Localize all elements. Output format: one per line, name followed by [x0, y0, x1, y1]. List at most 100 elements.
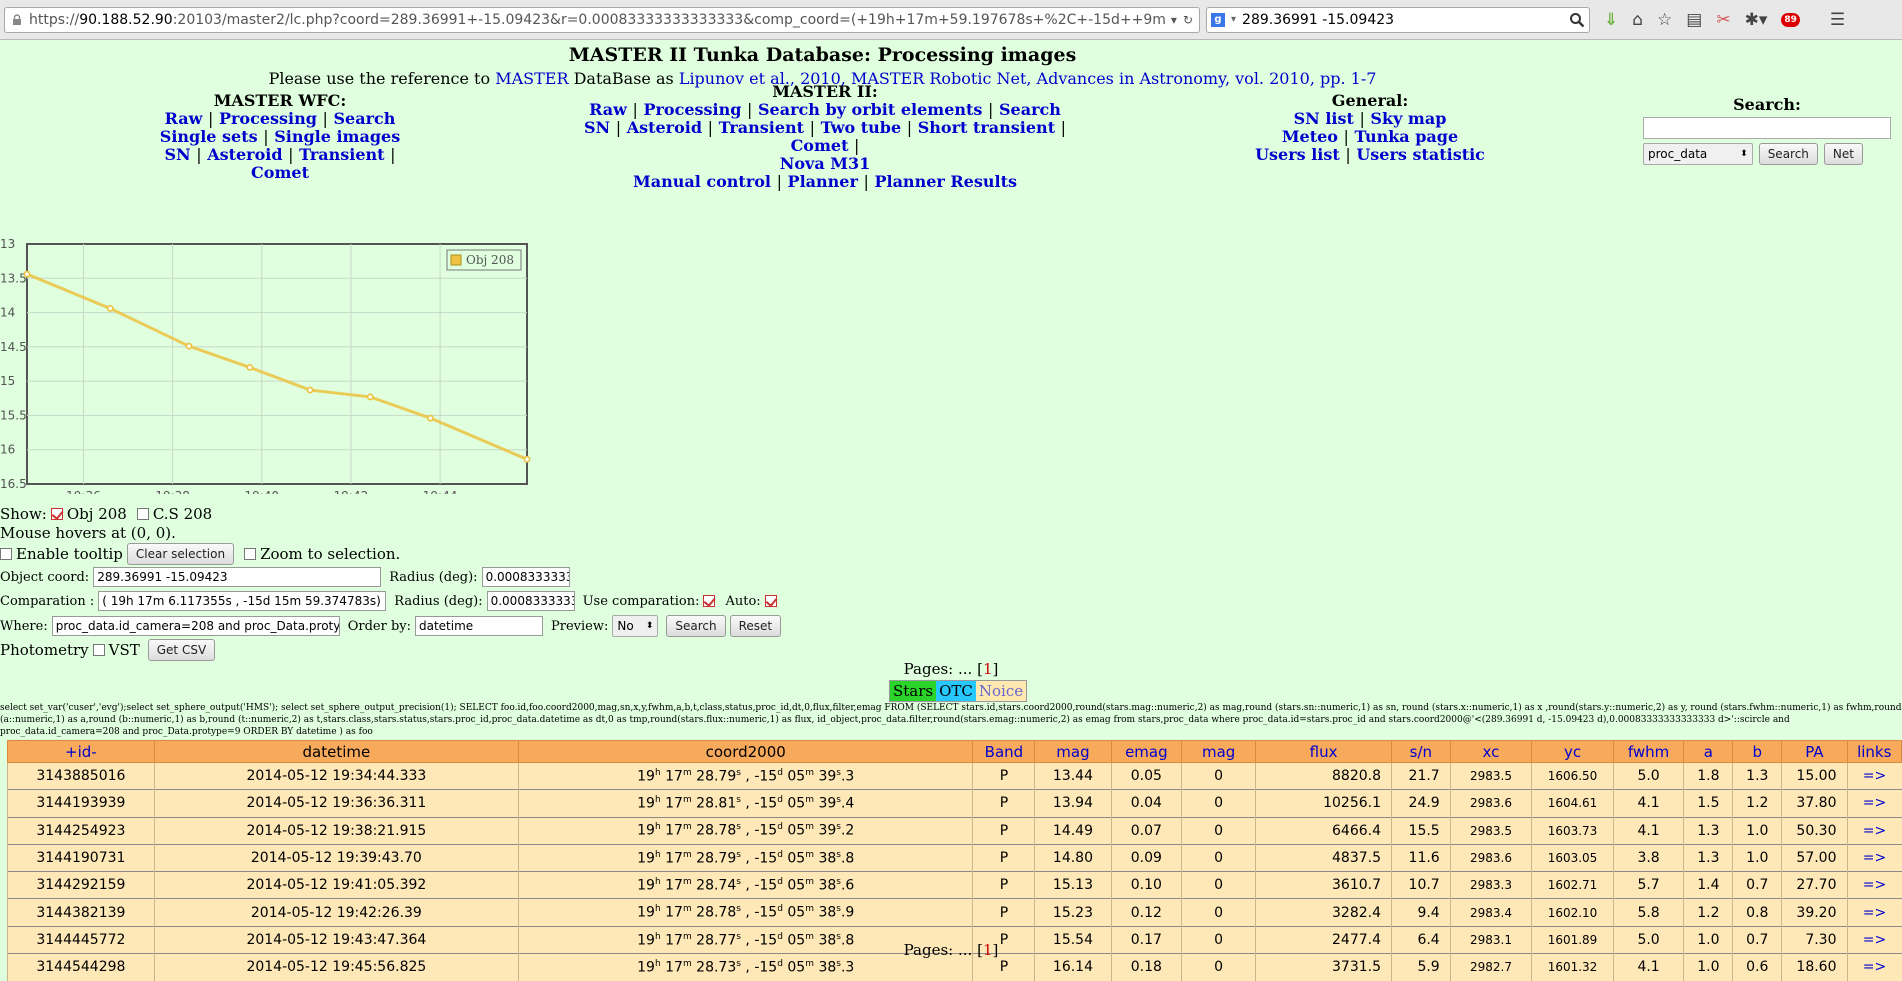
sky-map-link[interactable]: Sky map	[1370, 109, 1446, 128]
cell-coord2000: 19h 17m 28.81s , -15d 05m 39s.4	[517, 789, 973, 818]
data-point	[23, 270, 31, 278]
m2-two-tube-link[interactable]: Two tube	[821, 118, 902, 137]
reload-icon[interactable]: ↻	[1183, 13, 1193, 27]
m2-planner-results-link[interactable]: Planner Results	[874, 172, 1017, 191]
tab-noice[interactable]: Noice	[975, 681, 1027, 701]
cell-coord2000: 19h 17m 28.79s , -15d 05m 38s.8	[517, 843, 973, 872]
m2-short-transient-link[interactable]: Short transient	[918, 118, 1055, 137]
comparation-input[interactable]: ( 19h 17m 6.117355s , -15d 15m 59.374783…	[98, 591, 387, 611]
enable-tooltip-checkbox[interactable]	[0, 548, 12, 560]
row-link[interactable]: =>	[1863, 795, 1886, 811]
wfc-single-images-link[interactable]: Single images	[274, 127, 400, 146]
cell-band: P	[972, 898, 1035, 927]
get-csv-button[interactable]: Get CSV	[147, 639, 216, 661]
radius-input[interactable]: 0.0008333333	[481, 567, 570, 587]
users-statistic-link[interactable]: Users statistic	[1356, 145, 1485, 164]
master-link[interactable]: MASTER	[495, 69, 568, 88]
url-dropdown-icon[interactable]: ▾	[1171, 13, 1177, 27]
data-point	[366, 393, 374, 401]
cell-dt: 2014-05-12 19:34:44.333	[153, 761, 519, 790]
wfc-comet-link[interactable]: Comet	[251, 163, 309, 182]
m2-search-link[interactable]: Search	[999, 100, 1061, 119]
m2-manual-link[interactable]: Manual control	[633, 172, 771, 191]
tab-otc[interactable]: OTC	[936, 681, 976, 701]
sql-query-text: select set_var('cuser','evg');select set…	[0, 703, 1902, 737]
m2-transient-link[interactable]: Transient	[719, 118, 804, 137]
light-curve-chart[interactable]: 13 13.5 14 14.5 15 15.5 16 16.5 19:36 19:38 19:40 1…	[0, 234, 540, 503]
cell-b: 1.0	[1732, 816, 1782, 845]
search-engine-icon[interactable]: g	[1211, 12, 1225, 27]
m2-orbit-link[interactable]: Search by orbit elements	[758, 100, 982, 119]
tab-stars[interactable]: Stars	[890, 681, 937, 701]
wfc-sn-link[interactable]: SN	[164, 145, 190, 164]
wfc-raw-link[interactable]: Raw	[165, 109, 203, 128]
cell-xc: 2983.6	[1449, 789, 1532, 818]
column-header: fwhm	[1612, 740, 1685, 763]
m2-comet-link[interactable]: Comet	[791, 136, 849, 155]
order-by-input[interactable]: datetime	[415, 616, 543, 636]
users-list-link[interactable]: Users list	[1255, 145, 1340, 164]
clear-selection-button[interactable]: Clear selection	[126, 543, 235, 565]
db-search-input[interactable]	[1643, 117, 1891, 139]
preview-select[interactable]: No ⬍	[612, 615, 659, 637]
page-title: MASTER II Tunka Database: Processing ima…	[568, 44, 1077, 66]
search-icon[interactable]	[1569, 12, 1585, 28]
address-bar[interactable]: https://90.188.52.90:20103/master2/lc.ph…	[4, 6, 1200, 33]
row-link[interactable]: =>	[1863, 850, 1886, 866]
sn-list-link[interactable]: SN list	[1294, 109, 1354, 128]
m2-nova-link[interactable]: Nova M31	[780, 154, 871, 173]
zoom-selection-checkbox[interactable]	[244, 548, 257, 560]
bookmark-star-icon[interactable]: ☆	[1657, 10, 1672, 30]
search-button[interactable]: Search	[666, 615, 726, 637]
tunka-link[interactable]: Tunka page	[1355, 127, 1459, 146]
data-point	[185, 342, 193, 350]
row-link[interactable]: =>	[1863, 768, 1886, 784]
m2-asteroid-link[interactable]: Asteroid	[627, 118, 702, 137]
reset-button[interactable]: Reset	[729, 615, 782, 637]
column-header[interactable]: +id-	[7, 740, 155, 763]
net-button[interactable]: Net	[1823, 143, 1863, 165]
meteo-link[interactable]: Meteo	[1282, 127, 1338, 146]
light-curve-svg[interactable]: 13 13.5 14 14.5 15 15.5 16 16.5 19:36 19:38 19:40 1…	[0, 234, 540, 503]
nav-master-wfc: MASTER WFC: Raw | Processing | Search Si…	[140, 92, 420, 182]
home-icon[interactable]: ⌂	[1632, 10, 1643, 30]
download-icon[interactable]: ⇓	[1604, 10, 1618, 30]
auto-checkbox[interactable]	[764, 595, 777, 607]
cell-b: 1.3	[1732, 761, 1782, 790]
vst-checkbox[interactable]	[92, 644, 105, 656]
db-table-select[interactable]: proc_data ⬍	[1643, 143, 1753, 165]
m2-sn-link[interactable]: SN	[584, 118, 610, 137]
wfc-transient-link[interactable]: Transient	[299, 145, 384, 164]
where-input[interactable]: proc_data.id_camera=208 and proc_Data.pr…	[51, 616, 340, 636]
cell-fwhm: 5.8	[1612, 898, 1684, 927]
row-link[interactable]: =>	[1863, 823, 1886, 839]
adblock-icon[interactable]: 89	[1781, 12, 1800, 27]
use-comparation-checkbox[interactable]	[703, 595, 716, 607]
object-coord-input[interactable]: 289.36991 -15.09423	[93, 567, 382, 587]
comparation-radius-input[interactable]: 0.0008333333	[486, 591, 575, 611]
column-header: Band	[972, 740, 1036, 763]
m2-processing-link[interactable]: Processing	[643, 100, 741, 119]
extension-icon[interactable]: ✂	[1716, 10, 1730, 30]
obj-208-checkbox[interactable]	[50, 508, 63, 520]
menu-icon[interactable]: ☰	[1830, 10, 1845, 30]
wfc-asteroid-link[interactable]: Asteroid	[207, 145, 282, 164]
m2-raw-link[interactable]: Raw	[589, 100, 627, 119]
browser-search-text[interactable]: 289.36991 -15.09423	[1242, 12, 1563, 28]
cell-pa: 50.30	[1781, 816, 1847, 845]
addon-icon[interactable]: ✱▾	[1745, 10, 1768, 30]
row-link[interactable]: =>	[1863, 877, 1886, 893]
wfc-single-sets-link[interactable]: Single sets	[160, 127, 258, 146]
browser-search-bar[interactable]: g ▾ 289.36991 -15.09423	[1206, 6, 1590, 33]
cs-208-checkbox[interactable]	[136, 508, 149, 520]
cell-coord2000: 19h 17m 28.78s , -15d 05m 39s.2	[517, 816, 973, 845]
reader-icon[interactable]: ▤	[1686, 10, 1702, 30]
row-link[interactable]: =>	[1863, 905, 1886, 921]
row-link[interactable]: =>	[1863, 959, 1886, 975]
m2-planner-link[interactable]: Planner	[788, 172, 858, 191]
cell-band: P	[972, 789, 1035, 818]
db-search-button[interactable]: Search	[1758, 143, 1818, 165]
cell-emag: 0.07	[1110, 816, 1182, 845]
wfc-processing-link[interactable]: Processing	[219, 109, 317, 128]
wfc-search-link[interactable]: Search	[333, 109, 395, 128]
